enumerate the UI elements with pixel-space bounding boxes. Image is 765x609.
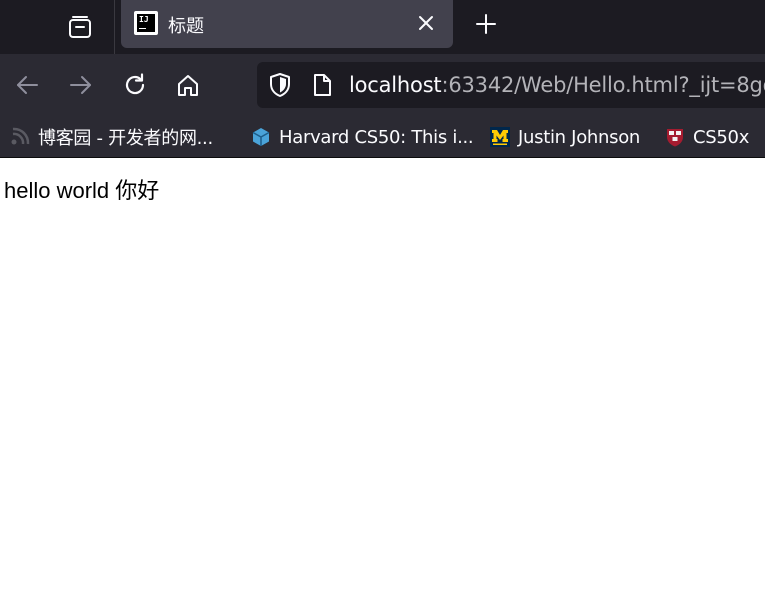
reload-button[interactable] xyxy=(119,69,151,101)
forward-button[interactable] xyxy=(65,69,97,101)
tab-list-button[interactable] xyxy=(46,0,114,54)
bookmark-label: Harvard CS50: This i... xyxy=(279,126,474,148)
tab-title: 标题 xyxy=(168,16,204,37)
plus-icon xyxy=(476,14,496,34)
tab-list-icon xyxy=(69,16,91,38)
url-path: :63342/Web/Hello.html?_ijt=8go5 xyxy=(441,73,765,97)
url-host: localhost xyxy=(349,73,442,97)
michigan-icon xyxy=(490,127,510,147)
page-icon xyxy=(314,74,331,96)
forward-arrow-icon xyxy=(70,76,91,94)
page-content: hello world 你好 xyxy=(0,158,765,609)
home-button[interactable] xyxy=(172,69,204,101)
bookmark-label: Justin Johnson xyxy=(518,126,641,148)
cnblogs-icon xyxy=(10,127,30,147)
tracking-protection-button[interactable] xyxy=(267,72,293,98)
bookmark-label: 博客园 - 开发者的网... xyxy=(38,128,213,149)
shield-icon xyxy=(270,73,290,97)
bookmark-cs50x[interactable]: CS50x xyxy=(665,124,749,150)
reload-icon xyxy=(125,73,145,95)
body-text: hello world 你好 xyxy=(4,178,160,203)
bookmark-justin-johnson[interactable]: Justin Johnson xyxy=(490,124,640,150)
new-tab-button[interactable] xyxy=(470,8,502,40)
address-bar[interactable]: localhost:63342/Web/Hello.html?_ijt=8go5 xyxy=(257,62,765,108)
bookmark-harvard-cs50[interactable]: Harvard CS50: This i... xyxy=(251,124,474,150)
intellij-icon: IJ xyxy=(134,11,158,35)
home-icon xyxy=(178,75,198,96)
tab-divider xyxy=(114,0,115,54)
favicon-text: IJ xyxy=(139,15,149,24)
bookmarks-toolbar: 博客园 - 开发者的网... Harvard CS50: This i... J… xyxy=(0,117,765,157)
back-arrow-icon xyxy=(17,76,38,94)
navigation-toolbar: localhost:63342/Web/Hello.html?_ijt=8go5 xyxy=(0,54,765,117)
site-info-button[interactable] xyxy=(309,72,335,98)
cube-icon xyxy=(251,127,271,147)
back-button[interactable] xyxy=(11,69,43,101)
tab-active[interactable]: IJ 标题 xyxy=(121,0,453,48)
bookmark-label: CS50x xyxy=(693,126,750,148)
tab-close-button[interactable] xyxy=(414,11,438,35)
bookmark-cnblogs[interactable]: 博客园 - 开发者的网... xyxy=(10,124,213,150)
tab-strip: IJ 标题 xyxy=(0,0,765,54)
close-icon xyxy=(419,16,433,30)
harvard-shield-icon xyxy=(665,127,685,147)
url-text[interactable]: localhost:63342/Web/Hello.html?_ijt=8go5 xyxy=(349,73,765,97)
